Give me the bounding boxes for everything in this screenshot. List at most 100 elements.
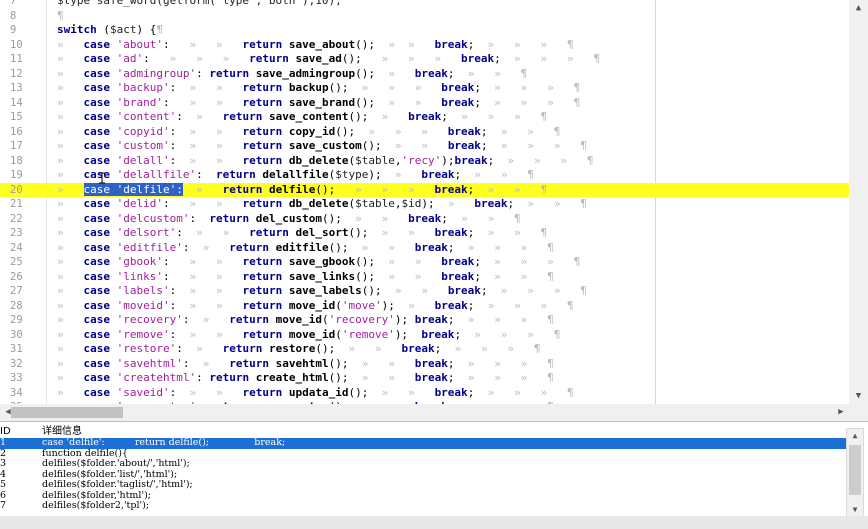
code-token: break xyxy=(414,66,448,80)
code-token: 'recy' xyxy=(401,153,442,167)
scroll-down-arrow-icon[interactable]: ▼ xyxy=(847,503,863,517)
code-line[interactable]: 29 » case 'recovery': » return move_id('r… xyxy=(0,313,849,328)
code-token: ) { xyxy=(136,23,157,36)
column-header-id[interactable]: ID xyxy=(0,426,38,438)
code-token: case xyxy=(83,139,111,152)
code-text[interactable]: » case 'brand': » » return save_brand();… xyxy=(57,96,580,111)
code-text[interactable]: » case 'ad': » » » return save_ad(); » »… xyxy=(57,52,600,67)
scroll-down-arrow-icon[interactable]: ▼ xyxy=(849,388,868,404)
code-text[interactable]: » case 'gbook': » » return save_gbook();… xyxy=(57,255,580,270)
code-line[interactable]: 28 » case 'moveid': » » return move_id('m… xyxy=(0,299,849,314)
code-text[interactable]: » case 'admingroup': return save_admingr… xyxy=(57,67,527,82)
code-text[interactable]: » case 'moveid': » » return move_id('mov… xyxy=(57,299,574,314)
code-line[interactable]: 9 switch ($act) {¶ xyxy=(0,23,849,38)
code-line[interactable]: 30 » case 'remove': » » return move_id('r… xyxy=(0,328,849,343)
line-number: 30 xyxy=(10,328,23,341)
code-token: case xyxy=(83,356,111,370)
code-text[interactable]: » case 'backup': » » return backup(); » … xyxy=(57,81,580,96)
code-text[interactable]: $type safe_word(getform('type','both'),1… xyxy=(57,0,342,9)
code-text[interactable]: » case 'recovery': » return move_id('rec… xyxy=(57,313,554,328)
code-line[interactable]: 13 » case 'backup': » » return backup(); … xyxy=(0,81,849,96)
line-number: 9 xyxy=(10,24,17,36)
code-token: case xyxy=(83,66,111,80)
result-row-selected[interactable]: 1 case 'delfile': return delfile(); break… xyxy=(0,437,846,449)
code-line[interactable]: 24 » case 'editfile': » return editfile()… xyxy=(0,241,849,256)
code-line[interactable]: 7 $type safe_word(getform('type','both'),… xyxy=(0,0,849,9)
code-line[interactable]: 17 » case 'custom': » » return save_custo… xyxy=(0,139,849,154)
code-text[interactable]: » case 'links': » » return save_links();… xyxy=(57,270,554,285)
scroll-up-arrow-icon[interactable]: ▲ xyxy=(847,429,863,443)
code-line-current[interactable]: 20 » case 'delfile': » return delfile(); … xyxy=(0,182,849,198)
code-text[interactable]: » case 'delallfile': return delallfile($… xyxy=(57,168,534,183)
code-text[interactable]: » case 'delfile': » return delfile(); » … xyxy=(57,182,547,198)
result-row[interactable]: 7 delfiles($folder2,'tpl'); xyxy=(0,500,846,512)
result-row[interactable]: 3 delfiles($folder.'about/','html'); xyxy=(0,458,846,470)
column-header-detail[interactable]: 详细信息 xyxy=(42,426,82,438)
code-text[interactable]: » case 'delid': » » return db_delete($ta… xyxy=(57,197,587,212)
code-text[interactable]: ¶ xyxy=(57,9,64,24)
code-token: : xyxy=(196,168,203,181)
code-line[interactable]: 19 » case 'delallfile': return delallfile… xyxy=(0,168,849,183)
code-line[interactable]: 31 » case 'restore': » return restore(); … xyxy=(0,342,849,357)
code-line[interactable]: 18 » case 'delall': » » return db_delete(… xyxy=(0,154,849,169)
results-scroll-thumb[interactable] xyxy=(849,445,861,495)
code-line[interactable]: 11 » case 'ad': » » » return save_ad(); »… xyxy=(0,52,849,67)
code-line[interactable]: 23 » case 'delsort': » » return del_sort(… xyxy=(0,226,849,241)
result-row[interactable]: 5 delfiles($folder.'taglist/','html'); xyxy=(0,479,846,491)
code-editor[interactable]: 7 $type safe_word(getform('type','both'),… xyxy=(0,0,849,404)
code-line[interactable]: 32 » case 'savehtml': » return savehtml()… xyxy=(0,357,849,372)
code-token: 'admingroup' xyxy=(116,66,197,80)
code-line[interactable]: 14 » case 'brand': » » return save_brand(… xyxy=(0,96,849,111)
code-text[interactable]: » case 'saveid': » » return updata_id();… xyxy=(57,386,574,401)
whitespace-marker: » » » ¶ xyxy=(454,313,554,326)
code-line[interactable]: 22 » case 'delcustom': return del_custom(… xyxy=(0,212,849,227)
editor-horizontal-scrollbar[interactable]: ◀ ▶ xyxy=(0,404,849,421)
code-line[interactable]: 34 » case 'saveid': » » return updata_id(… xyxy=(0,386,849,401)
whitespace-marker xyxy=(196,212,209,225)
results-vertical-scrollbar[interactable]: ▲ ▼ xyxy=(846,428,864,518)
code-line[interactable]: 12 » case 'admingroup': return save_admin… xyxy=(0,67,849,82)
code-text[interactable]: » case 'about': » » return save_about();… xyxy=(57,38,574,53)
code-line[interactable]: 33 » case 'createhtml': return create_htm… xyxy=(0,371,849,386)
code-text[interactable]: » case 'editfile': » return editfile(); … xyxy=(57,241,554,256)
code-line[interactable]: 8 ¶ xyxy=(0,9,849,24)
code-line[interactable]: 16 » case 'copyid': » » return copy_id();… xyxy=(0,125,849,140)
code-token: (); xyxy=(335,124,356,138)
code-line[interactable]: 26 » case 'links': » » return save_links(… xyxy=(0,270,849,285)
code-text[interactable]: » case 'restore': » return restore(); » … xyxy=(57,342,541,357)
code-line[interactable]: 27 » case 'labels': » » return save_label… xyxy=(0,284,849,299)
code-text[interactable]: » case 'custom': » » return save_custom(… xyxy=(57,139,587,154)
code-line[interactable]: 21 » case 'delid': » » return db_delete($… xyxy=(0,197,849,212)
whitespace-marker: » xyxy=(57,240,84,254)
code-text[interactable]: » case 'createhtml': return create_html(… xyxy=(57,371,554,386)
whitespace-marker: » xyxy=(57,298,84,312)
scroll-up-arrow-icon[interactable]: ▲ xyxy=(849,0,868,16)
code-line[interactable]: 15 » case 'content': » return save_conten… xyxy=(0,110,849,125)
line-number: 18 xyxy=(10,154,23,167)
code-text[interactable]: switch ($act) {¶ xyxy=(57,23,163,38)
scroll-right-arrow-icon[interactable]: ▶ xyxy=(833,404,849,421)
horizontal-scroll-thumb[interactable] xyxy=(11,407,123,418)
code-text[interactable]: » case 'savehtml': » return savehtml(); … xyxy=(57,357,554,372)
whitespace-marker: » » ¶ xyxy=(487,124,561,138)
code-text[interactable]: » case 'delsort': » » return del_sort();… xyxy=(57,226,547,241)
editor-vertical-scrollbar[interactable]: ▲ ▼ xyxy=(849,0,868,404)
code-text[interactable]: » case 'copyid': » » return copy_id(); »… xyxy=(57,125,560,140)
code-line[interactable]: 25 » case 'gbook': » » return save_gbook(… xyxy=(0,255,849,270)
whitespace-marker: » » xyxy=(374,255,442,268)
code-text[interactable]: » case 'delcustom': return del_custom();… xyxy=(57,212,521,227)
results-list[interactable]: ID 详细信息 1 case 'delfile': return delfile(… xyxy=(0,422,846,516)
code-line[interactable]: 10 » case 'about': » » return save_about(… xyxy=(0,38,849,53)
code-text[interactable]: » case 'remove': » » return move_id('rem… xyxy=(57,328,560,343)
code-text[interactable]: » case 'labels': » » return save_labels(… xyxy=(57,284,587,299)
code-text[interactable]: » case 'delall': » » return db_delete($t… xyxy=(57,154,594,169)
code-token: : xyxy=(176,110,183,123)
code-text[interactable]: » case 'content': » return save_content(… xyxy=(57,110,547,125)
